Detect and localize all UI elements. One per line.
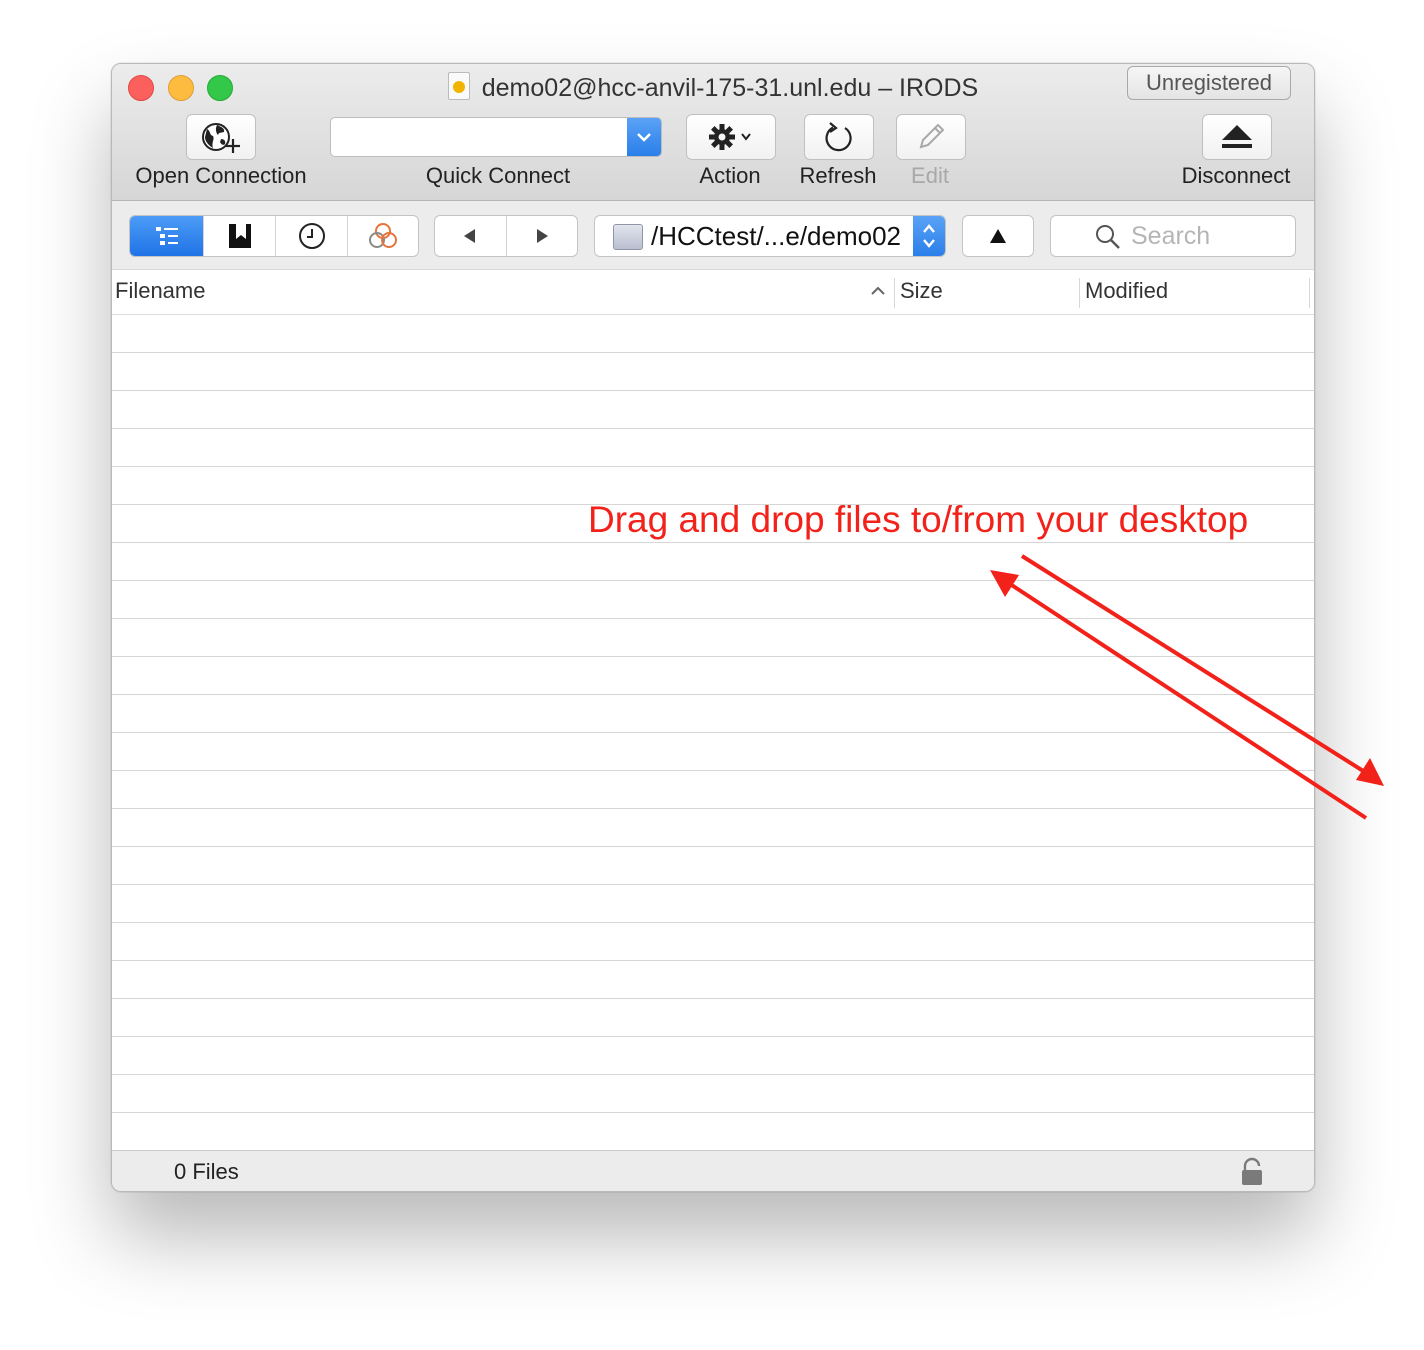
browser-view-button[interactable]: [130, 216, 204, 256]
chevron-down-icon[interactable]: [627, 118, 661, 156]
table-row: [112, 428, 1314, 467]
browser-icon: [155, 227, 178, 245]
table-row: [112, 314, 1314, 353]
drag-drop-annotation: Drag and drop files to/from your desktop: [588, 499, 1249, 540]
table-row: [112, 1112, 1314, 1151]
table-header: Filename Size Modified: [112, 270, 1314, 315]
back-triangle-icon: [464, 229, 476, 243]
search-placeholder: Search: [1131, 222, 1211, 250]
forward-button[interactable]: [507, 216, 578, 256]
history-view-button[interactable]: [276, 216, 348, 256]
column-divider[interactable]: [1079, 278, 1080, 308]
status-bar: 0 Files: [112, 1150, 1314, 1191]
bookmarks-icon: [228, 224, 251, 248]
titlebar-toolbar: demo02@hcc-anvil-175-31.unl.edu – IRODS …: [112, 64, 1314, 201]
window-title: demo02@hcc-anvil-175-31.unl.edu – IRODS: [481, 74, 979, 102]
table-row: [112, 770, 1314, 809]
back-button[interactable]: [435, 216, 507, 256]
forward-triangle-icon: [536, 229, 548, 243]
table-row: [112, 694, 1314, 733]
column-divider[interactable]: [894, 278, 895, 308]
file-count: 0 Files: [174, 1159, 239, 1184]
outgoing-arrowhead-icon: [1356, 758, 1384, 786]
history-navigation: [434, 215, 578, 257]
table-row: [112, 618, 1314, 657]
table-row: [112, 542, 1314, 581]
parent-directory-button[interactable]: [962, 215, 1034, 257]
table-row: [112, 580, 1314, 619]
navigation-bar: /HCCtest/...e/demo02 Search: [112, 201, 1314, 270]
eject-icon: [1222, 125, 1252, 148]
quick-connect-label: Quick Connect: [425, 163, 571, 188]
sort-ascending-icon: [871, 286, 885, 295]
unregistered-badge[interactable]: Unregistered: [1127, 66, 1291, 100]
table-row: [112, 352, 1314, 391]
quick-connect-combobox[interactable]: [330, 117, 662, 157]
globe-plus-icon: [202, 123, 240, 153]
table-row: [112, 998, 1314, 1037]
action-button[interactable]: [686, 114, 776, 160]
stepper-icon[interactable]: [913, 216, 945, 256]
up-triangle-icon: [990, 229, 1006, 243]
edit-button[interactable]: [896, 114, 966, 160]
app-window: demo02@hcc-anvil-175-31.unl.edu – IRODS …: [111, 63, 1315, 1192]
open-connection-label: Open Connection: [135, 163, 307, 188]
column-header-modified[interactable]: Modified: [1085, 270, 1168, 314]
table-row: [112, 808, 1314, 847]
refresh-icon: [825, 122, 852, 152]
bonjour-view-button[interactable]: [348, 216, 418, 256]
path-text: /HCCtest/...e/demo02: [651, 221, 901, 251]
lock-icon[interactable]: [1240, 1157, 1264, 1187]
table-row: [112, 732, 1314, 771]
column-header-size[interactable]: Size: [900, 270, 943, 314]
table-row: [112, 390, 1314, 429]
table-row: [112, 1036, 1314, 1075]
column-header-filename[interactable]: Filename: [115, 270, 205, 314]
file-list[interactable]: [112, 314, 1314, 1151]
table-row: [112, 922, 1314, 961]
open-connection-button[interactable]: [186, 114, 256, 160]
table-row: [112, 1074, 1314, 1113]
disconnect-label: Disconnect: [1181, 163, 1291, 188]
document-icon: [447, 72, 470, 100]
table-row: [112, 656, 1314, 695]
disk-icon: [613, 224, 643, 250]
action-label: Action: [699, 163, 761, 188]
refresh-label: Refresh: [799, 163, 877, 188]
pencil-icon: [919, 123, 945, 149]
edit-label: Edit: [911, 163, 949, 188]
disconnect-button[interactable]: [1202, 114, 1272, 160]
gear-icon: [709, 124, 751, 150]
search-field[interactable]: Search: [1050, 215, 1296, 257]
bookmarks-view-button[interactable]: [204, 216, 276, 256]
table-row: [112, 960, 1314, 999]
refresh-button[interactable]: [804, 114, 874, 160]
search-icon: [1096, 225, 1120, 249]
column-divider[interactable]: [1309, 278, 1310, 308]
table-row: [112, 884, 1314, 923]
history-icon: [298, 223, 325, 249]
path-popup[interactable]: /HCCtest/...e/demo02: [594, 215, 946, 257]
bonjour-icon: [369, 223, 397, 248]
view-switcher: [129, 215, 419, 257]
table-row: [112, 846, 1314, 885]
